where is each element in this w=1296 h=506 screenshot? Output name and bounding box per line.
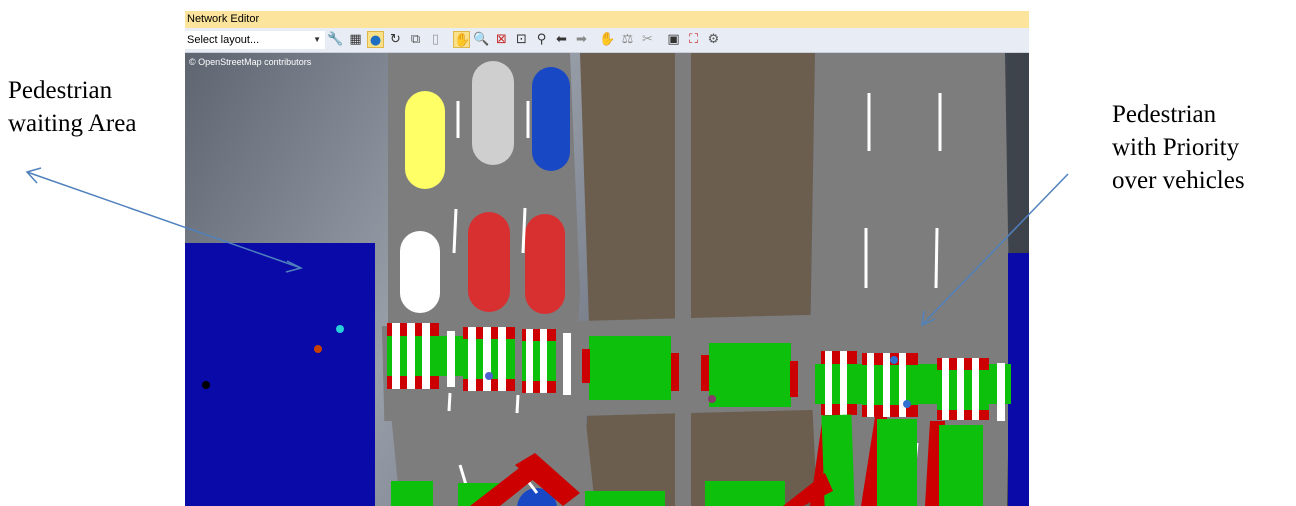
crossing-median-left[interactable] [589, 336, 671, 400]
disabled-tool-icon[interactable]: ✂ [639, 31, 656, 48]
annotation-pedestrian-waiting-area: Pedestrian waiting Area [8, 74, 136, 140]
crossing-median-right[interactable] [709, 343, 791, 407]
vehicle[interactable] [525, 214, 565, 314]
crossing[interactable] [463, 327, 515, 391]
copy-icon[interactable]: ⧉ [407, 31, 424, 48]
window-title: Network Editor [187, 13, 260, 25]
edit-tool-icon[interactable]: 🔧 [327, 31, 344, 48]
pedestrian-waiting-area[interactable] [185, 243, 375, 506]
queue-lane[interactable] [705, 481, 785, 506]
vehicle[interactable] [468, 212, 510, 312]
pedestrian[interactable] [903, 400, 911, 408]
network-map[interactable] [185, 53, 1029, 506]
toolbar: Select layout... ▼ 🔧 ▦ ● ↻ ⧉ ▯ ✋ 🔍 ⊠ ⊡ ⚲ ⬅ ➡ ✋ ⚖ ✂ ▣ ⛶ ⚙ [185, 28, 1029, 53]
export-icon[interactable]: ⛶ [685, 31, 702, 48]
vehicle[interactable] [400, 231, 440, 313]
annotation-line: over vehicles [1112, 167, 1245, 194]
vehicle[interactable] [405, 91, 445, 189]
pedestrian[interactable] [890, 356, 898, 364]
pedestrian[interactable] [314, 345, 322, 353]
zoom-extent-icon[interactable]: ⊠ [493, 31, 510, 48]
layout-select[interactable]: Select layout... ▼ [185, 31, 325, 49]
annotation-line: Pedestrian [8, 77, 113, 104]
signal-stop [671, 353, 679, 391]
globe-icon[interactable]: ● [367, 31, 384, 48]
signal-stop [582, 349, 590, 383]
zoom-window-icon[interactable]: ⊡ [513, 31, 530, 48]
annotation-line: Pedestrian [1112, 101, 1217, 128]
back-icon[interactable]: ⬅ [553, 31, 570, 48]
delete-icon[interactable]: ▯ [427, 31, 444, 48]
road-divider [675, 53, 691, 506]
zoom-icon[interactable]: 🔍 [473, 31, 490, 48]
queue-lane[interactable] [585, 491, 665, 506]
measure-icon[interactable]: ⚖ [619, 31, 636, 48]
network-viewport[interactable]: © OpenStreetMap contributors [185, 53, 1029, 506]
signal-stop [701, 355, 709, 391]
pedestrian[interactable] [202, 381, 210, 389]
pedestrian[interactable] [708, 395, 716, 403]
settings-icon[interactable]: ⚙ [705, 31, 722, 48]
pedestrian[interactable] [336, 325, 344, 333]
annotation-pedestrian-priority: Pedestrian with Priority over vehicles [1112, 98, 1245, 197]
screenshot-icon[interactable]: ▣ [665, 31, 682, 48]
annotation-line: waiting Area [8, 110, 137, 137]
pan-hand-icon[interactable]: ✋ [453, 31, 470, 48]
queue-lane[interactable] [939, 425, 983, 506]
pedestrian[interactable] [485, 372, 493, 380]
vehicle[interactable] [472, 61, 514, 165]
map-attribution[interactable]: © OpenStreetMap contributors [189, 57, 311, 67]
layout-select-value: Select layout... [187, 34, 260, 46]
crossing[interactable] [522, 329, 571, 395]
window-title-bar: Network Editor [185, 11, 1029, 28]
queue-lane[interactable] [391, 481, 433, 506]
crossing[interactable] [862, 353, 918, 417]
rotate-icon[interactable]: ↻ [387, 31, 404, 48]
queue-lane[interactable] [877, 419, 917, 506]
select-hand-icon[interactable]: ✋ [599, 31, 616, 48]
arrow-head [25, 167, 42, 184]
signal-stop [790, 361, 798, 397]
annotation-line: with Priority [1112, 134, 1240, 161]
grid-icon[interactable]: ▦ [347, 31, 364, 48]
vehicle[interactable] [532, 67, 570, 171]
pedestrian-area-right[interactable] [1008, 253, 1029, 506]
median-area [580, 53, 820, 506]
network-editor-window: Network Editor Select layout... ▼ 🔧 ▦ ● ↻ ⧉ ▯… [185, 11, 1029, 506]
chevron-down-icon: ▼ [313, 35, 321, 44]
zoom-out-icon[interactable]: ⚲ [533, 31, 550, 48]
forward-icon[interactable]: ➡ [573, 31, 590, 48]
